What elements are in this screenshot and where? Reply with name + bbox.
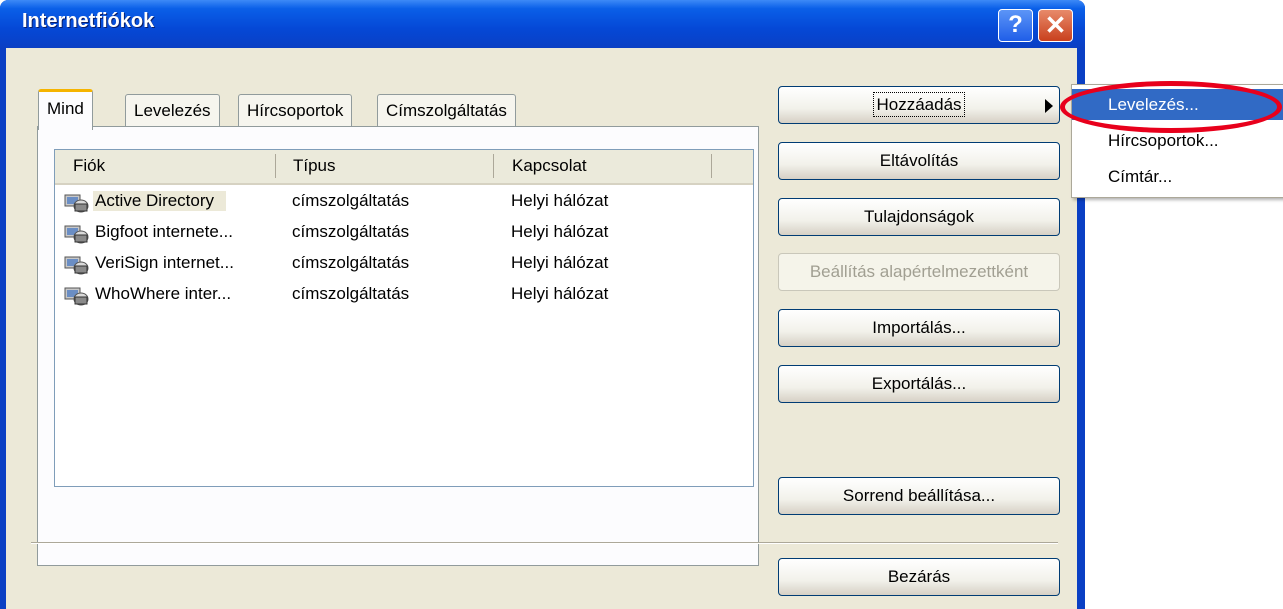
close-button[interactable]: Bezárás <box>778 558 1060 596</box>
table-row[interactable]: WhoWhere inter... címszolgáltatás Helyi … <box>55 280 753 311</box>
directory-service-icon <box>64 256 89 275</box>
tab-cimszolgaltatas[interactable]: Címszolgáltatás <box>377 94 516 127</box>
account-connection: Helyi hálózat <box>511 222 609 241</box>
table-row[interactable]: Bigfoot internete... címszolgáltatás Hel… <box>55 218 753 249</box>
account-connection: Helyi hálózat <box>511 191 609 210</box>
remove-button[interactable]: Eltávolítás <box>778 142 1060 180</box>
directory-service-icon <box>64 287 89 306</box>
column-divider[interactable] <box>711 154 712 178</box>
directory-service-icon <box>64 194 89 213</box>
title-bar[interactable]: Internetfiókok ? ✕ <box>0 0 1085 48</box>
accounts-list[interactable]: Fiók Típus Kapcsolat Active Directory cí… <box>54 149 754 487</box>
account-connection: Helyi hálózat <box>511 253 609 272</box>
import-button[interactable]: Importálás... <box>778 309 1060 347</box>
tab-panel: Fiók Típus Kapcsolat Active Directory cí… <box>37 126 759 566</box>
column-divider[interactable] <box>275 154 276 178</box>
set-default-button[interactable]: Beállítás alapértelmezettként <box>778 253 1060 291</box>
account-name: VeriSign internet... <box>95 253 234 272</box>
directory-service-icon <box>64 225 89 244</box>
close-window-button[interactable]: ✕ <box>1038 9 1073 42</box>
account-name: Active Directory <box>93 191 227 211</box>
account-type: címszolgáltatás <box>292 222 410 241</box>
account-name: Bigfoot internete... <box>95 222 233 241</box>
dialog-body: Mind Levelezés Hírcsoportok Címszolgálta… <box>6 48 1077 609</box>
tab-levelezes[interactable]: Levelezés <box>125 94 220 127</box>
column-divider[interactable] <box>493 154 494 178</box>
internet-accounts-dialog: Internetfiókok ? ✕ Mind Levelezés Hírcso… <box>0 0 1085 609</box>
account-type: címszolgáltatás <box>292 284 410 303</box>
list-header: Fiók Típus Kapcsolat <box>55 150 753 185</box>
help-button[interactable]: ? <box>998 9 1033 42</box>
separator-line <box>31 542 1058 544</box>
account-name: WhoWhere inter... <box>95 284 232 303</box>
tab-mind[interactable]: Mind <box>38 89 93 130</box>
add-button-label: Hozzáadás <box>873 92 965 117</box>
account-connection: Helyi hálózat <box>511 284 609 303</box>
red-annotation-ellipse <box>1060 81 1282 133</box>
tab-hircsoportok[interactable]: Hírcsoportok <box>238 94 353 127</box>
table-row[interactable]: Active Directory címszolgáltatás Helyi h… <box>55 187 753 218</box>
column-header-account[interactable]: Fiók <box>73 156 105 176</box>
column-header-connection[interactable]: Kapcsolat <box>512 156 587 176</box>
export-button[interactable]: Exportálás... <box>778 365 1060 403</box>
account-type: címszolgáltatás <box>292 253 410 272</box>
table-row[interactable]: VeriSign internet... címszolgáltatás Hel… <box>55 249 753 280</box>
properties-button[interactable]: Tulajdonságok <box>778 198 1060 236</box>
submenu-arrow-icon <box>1045 99 1053 113</box>
add-button[interactable]: Hozzáadás <box>778 86 1060 124</box>
window-title: Internetfiókok <box>22 10 155 32</box>
account-type: címszolgáltatás <box>292 191 410 210</box>
menu-item-directory[interactable]: Címtár... <box>1072 161 1283 192</box>
set-order-button[interactable]: Sorrend beállítása... <box>778 477 1060 515</box>
column-header-type[interactable]: Típus <box>293 156 336 176</box>
